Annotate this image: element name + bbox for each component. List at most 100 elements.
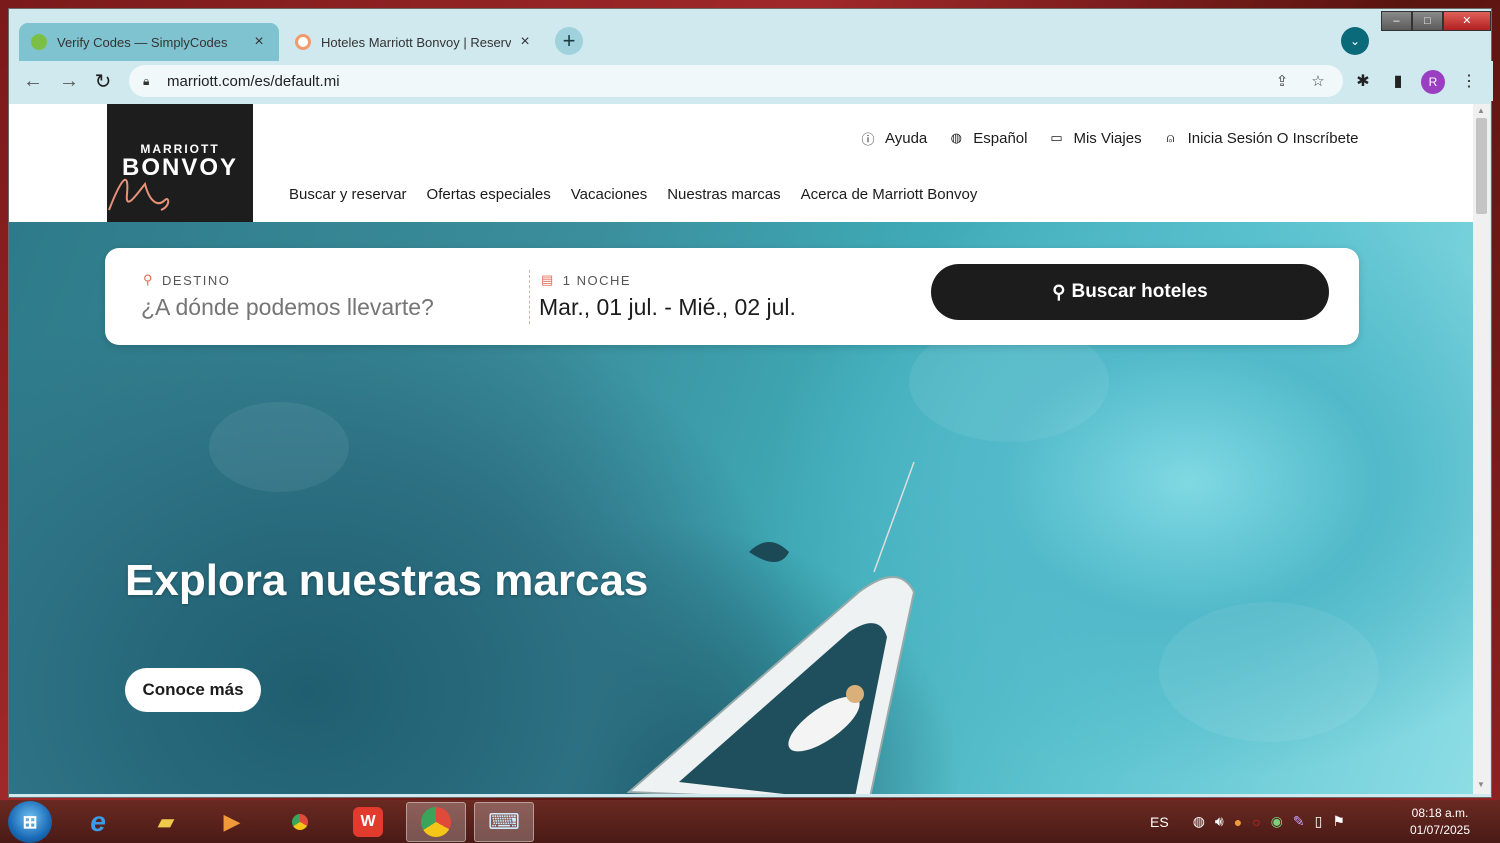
file-explorer-icon[interactable]: ▰: [136, 802, 196, 842]
tab-simplycodes[interactable]: Verify Codes — SimplyCodes ×: [19, 23, 279, 61]
help-circle-icon: ⓘ: [861, 131, 875, 147]
water-texture: [1159, 602, 1379, 742]
boat-illustration: [626, 462, 916, 794]
window-close-button[interactable]: ✕: [1442, 11, 1491, 31]
system-clock[interactable]: 08:18 a.m. 01/07/2025: [1402, 805, 1478, 839]
scroll-up-arrow[interactable]: ▲: [1477, 106, 1485, 115]
sign-in-link[interactable]: ⍝ Inicia Sesión O Inscríbete: [1162, 129, 1359, 147]
tray-app-icon[interactable]: ◉: [1271, 813, 1283, 830]
globe-icon: ◍: [950, 130, 962, 145]
nav-item-acerca[interactable]: Acerca de Marriott Bonvoy: [801, 186, 978, 203]
profile-avatar[interactable]: R: [1421, 70, 1445, 94]
volume-icon[interactable]: 🔊︎: [1215, 813, 1224, 830]
extensions-icon[interactable]: ✱: [1351, 69, 1375, 93]
nav-item-buscar[interactable]: Buscar y reservar: [289, 186, 407, 203]
trips-link[interactable]: ▭ Mis Viajes: [1047, 129, 1141, 147]
chrome-icon[interactable]: [270, 802, 330, 842]
lock-icon: 🔒︎: [143, 73, 150, 88]
search-card: ⚲ DESTINO ▤ 1 NOCHE Mar., 01 jul. - Mié.…: [105, 248, 1359, 345]
wps-office-icon[interactable]: W: [338, 802, 398, 842]
hero-banner: ⚲ DESTINO ▤ 1 NOCHE Mar., 01 jul. - Mié.…: [9, 222, 1473, 794]
nav-item-vacaciones[interactable]: Vacaciones: [571, 186, 647, 203]
nav-item-ofertas[interactable]: Ofertas especiales: [427, 186, 551, 203]
side-panel-icon[interactable]: ▮: [1386, 69, 1410, 93]
search-hotels-button[interactable]: ⚲ Buscar hoteles: [931, 264, 1329, 320]
address-bar[interactable]: 🔒︎ marriott.com/es/default.mi ⇪ ☆: [129, 65, 1343, 97]
site-header: MARRIOTT BONVOY ⓘ Ayuda ◍ Español ▭ Mis …: [9, 104, 1473, 222]
system-tray: ES ◍ 🔊︎ ● ○ ◉ ✎ ▯ ⚑: [1150, 800, 1355, 843]
utility-nav: ⓘ Ayuda ◍ Español ▭ Mis Viajes ⍝ Inicia …: [859, 126, 1379, 150]
internet-explorer-icon[interactable]: e: [68, 802, 128, 842]
arrow-left-icon: ←: [23, 69, 43, 92]
field-divider: [529, 270, 530, 324]
on-screen-keyboard-icon[interactable]: ⌨: [474, 802, 534, 842]
tab-title: Verify Codes — SimplyCodes: [57, 34, 228, 50]
language-label: Español: [973, 129, 1028, 147]
user-icon: ⍝: [1166, 130, 1175, 145]
reload-button[interactable]: ↻: [91, 69, 115, 93]
sign-in-label: Inicia Sesión O Inscríbete: [1187, 129, 1359, 147]
chevron-down-icon: ⌄: [1349, 34, 1361, 48]
page-content: MARRIOTT BONVOY ⓘ Ayuda ◍ Español ▭ Mis …: [9, 104, 1473, 794]
start-button[interactable]: ⊞: [8, 801, 52, 843]
trips-label: Mis Viajes: [1073, 129, 1142, 147]
suitcase-icon: ▭: [1050, 130, 1063, 145]
scroll-thumb[interactable]: [1476, 118, 1487, 214]
help-label: Ayuda: [885, 129, 928, 147]
dates-field[interactable]: Mar., 01 jul. - Mié., 02 jul.: [539, 294, 796, 321]
minimize-button[interactable]: –: [1381, 11, 1412, 31]
close-icon[interactable]: ×: [517, 33, 533, 51]
avast-icon[interactable]: ●: [1234, 814, 1242, 830]
clock-time: 08:18 a.m.: [1411, 806, 1469, 820]
tab-marriott[interactable]: Hoteles Marriott Bonvoy | Reservas ×: [283, 23, 545, 61]
destination-label: ⚲ DESTINO: [143, 272, 230, 288]
search-icon: ⚲: [1052, 281, 1066, 302]
media-player-icon[interactable]: ▶: [202, 802, 262, 842]
language-link[interactable]: ◍ Español: [947, 129, 1028, 147]
action-center-flag-icon[interactable]: ⚑: [1332, 813, 1345, 830]
share-icon[interactable]: ⇪: [1271, 72, 1293, 90]
url-text: marriott.com/es/default.mi: [167, 72, 340, 90]
destination-label-text: DESTINO: [162, 272, 231, 288]
scroll-down-arrow[interactable]: ▼: [1477, 780, 1485, 789]
clock-date: 01/07/2025: [1409, 823, 1471, 837]
maximize-button[interactable]: □: [1411, 11, 1443, 31]
logo-script-icon: [108, 178, 170, 211]
opera-icon[interactable]: ○: [1252, 814, 1260, 830]
location-pin-icon: ⚲: [143, 272, 155, 287]
water-texture: [209, 402, 349, 492]
tab-title: Hoteles Marriott Bonvoy | Reservas: [321, 34, 511, 50]
main-nav: Buscar y reservar Ofertas especiales Vac…: [289, 186, 997, 203]
menu-icon[interactable]: ⋮: [1457, 69, 1481, 93]
arrow-right-icon: →: [59, 69, 79, 92]
window-controls: – □ ✕: [1381, 11, 1491, 31]
nights-label-text: 1 NOCHE: [562, 272, 632, 288]
forward-button[interactable]: →: [57, 69, 81, 93]
simplycodes-icon: [31, 34, 47, 50]
nights-label: ▤ 1 NOCHE: [541, 272, 631, 288]
calendar-icon: ▤: [541, 272, 555, 287]
tab-strip: Verify Codes — SimplyCodes × Hoteles Mar…: [9, 9, 1493, 63]
hero-title: Explora nuestras marcas: [125, 556, 649, 605]
reload-icon: ↻: [94, 70, 112, 93]
back-button[interactable]: ←: [21, 69, 45, 93]
network-icon[interactable]: ◍: [1193, 813, 1205, 830]
windows-taskbar: ⊞ e ▰ ▶ W ⌨ ES ◍ 🔊︎ ● ○ ◉ ✎ ▯ ⚑ 08:18 a.…: [0, 800, 1500, 843]
tab-search-button[interactable]: ⌄: [1341, 27, 1369, 55]
new-tab-button[interactable]: +: [555, 27, 583, 55]
language-indicator[interactable]: ES: [1150, 814, 1169, 830]
star-icon[interactable]: ☆: [1307, 72, 1329, 90]
nav-item-marcas[interactable]: Nuestras marcas: [667, 186, 780, 203]
help-link[interactable]: ⓘ Ayuda: [859, 129, 927, 147]
chrome-profile-icon[interactable]: [406, 802, 466, 842]
page-scrollbar[interactable]: ▲ ▼: [1473, 104, 1490, 794]
browser-toolbar: ← → ↻ 🔒︎ marriott.com/es/default.mi ⇪ ☆ …: [9, 61, 1493, 101]
marriott-favicon: [295, 34, 311, 50]
learn-more-button[interactable]: Conoce más: [125, 668, 261, 712]
close-icon[interactable]: ×: [251, 33, 267, 51]
destination-input[interactable]: [141, 294, 501, 321]
marriott-bonvoy-logo[interactable]: MARRIOTT BONVOY: [107, 104, 253, 222]
battery-icon[interactable]: ▯: [1315, 813, 1323, 830]
search-hotels-label: Buscar hoteles: [1071, 281, 1208, 302]
pen-icon[interactable]: ✎: [1293, 813, 1305, 830]
